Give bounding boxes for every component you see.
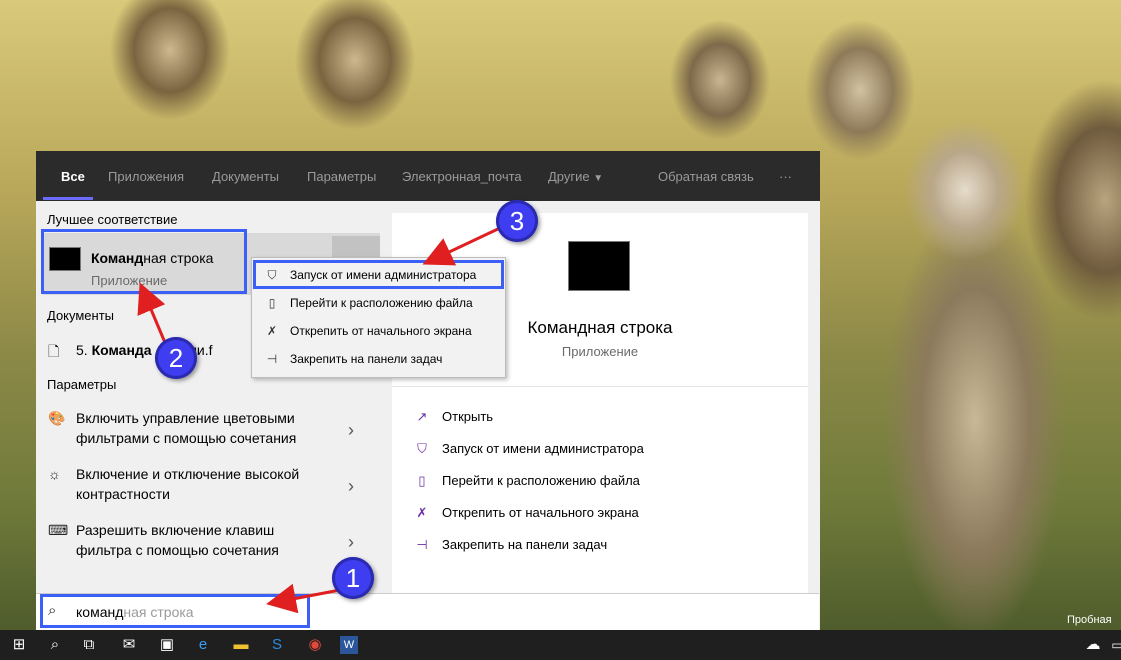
step-badge-3: 3 [496, 200, 538, 242]
arrow-1 [266, 583, 341, 614]
arrow-2 [137, 282, 168, 346]
arrow-3 [422, 226, 501, 266]
step-badge-1: 1 [332, 557, 374, 599]
step-badge-2: 2 [155, 337, 197, 379]
annotation-arrows [137, 226, 501, 614]
